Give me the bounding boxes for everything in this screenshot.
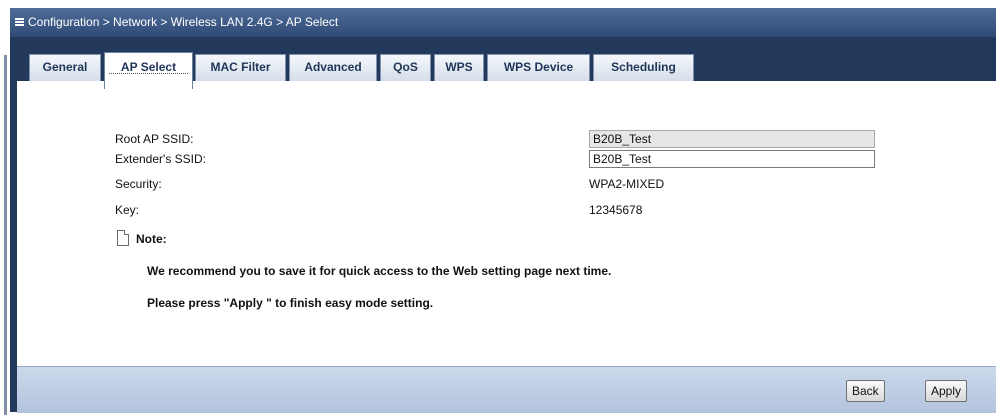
tab-mac-filter[interactable]: MAC Filter xyxy=(195,54,286,81)
left-edge-bar xyxy=(4,55,7,415)
tab-wps[interactable]: WPS xyxy=(434,54,484,81)
note-message-2: Please press "Apply " to finish easy mod… xyxy=(147,296,434,310)
apply-button[interactable]: Apply xyxy=(925,380,968,402)
tab-ap-select[interactable]: AP Select xyxy=(104,52,193,89)
note-message-1: We recommend you to save it for quick ac… xyxy=(147,264,612,278)
note-title: Note: xyxy=(136,232,167,246)
key-value: 12345678 xyxy=(589,203,643,217)
note-icon xyxy=(117,230,129,246)
menu-icon xyxy=(15,18,24,27)
breadcrumb-bar: Configuration > Network > Wireless LAN 2… xyxy=(10,8,996,37)
tab-advanced[interactable]: Advanced xyxy=(289,54,377,81)
extender-ssid-label: Extender's SSID: xyxy=(115,152,206,166)
root-ssid-label: Root AP SSID: xyxy=(115,132,194,146)
tab-wps-device[interactable]: WPS Device xyxy=(487,54,590,81)
key-label: Key: xyxy=(115,203,140,217)
security-label: Security: xyxy=(115,177,162,191)
root-ssid-field[interactable] xyxy=(589,130,875,148)
breadcrumb: Configuration > Network > Wireless LAN 2… xyxy=(28,15,339,29)
extender-ssid-field[interactable] xyxy=(589,150,875,168)
tab-qos[interactable]: QoS xyxy=(380,54,431,81)
tab-scheduling[interactable]: Scheduling xyxy=(593,54,694,81)
security-value: WPA2-MIXED xyxy=(589,177,665,191)
tab-general[interactable]: General xyxy=(29,54,101,81)
back-button[interactable]: Back xyxy=(846,380,885,402)
